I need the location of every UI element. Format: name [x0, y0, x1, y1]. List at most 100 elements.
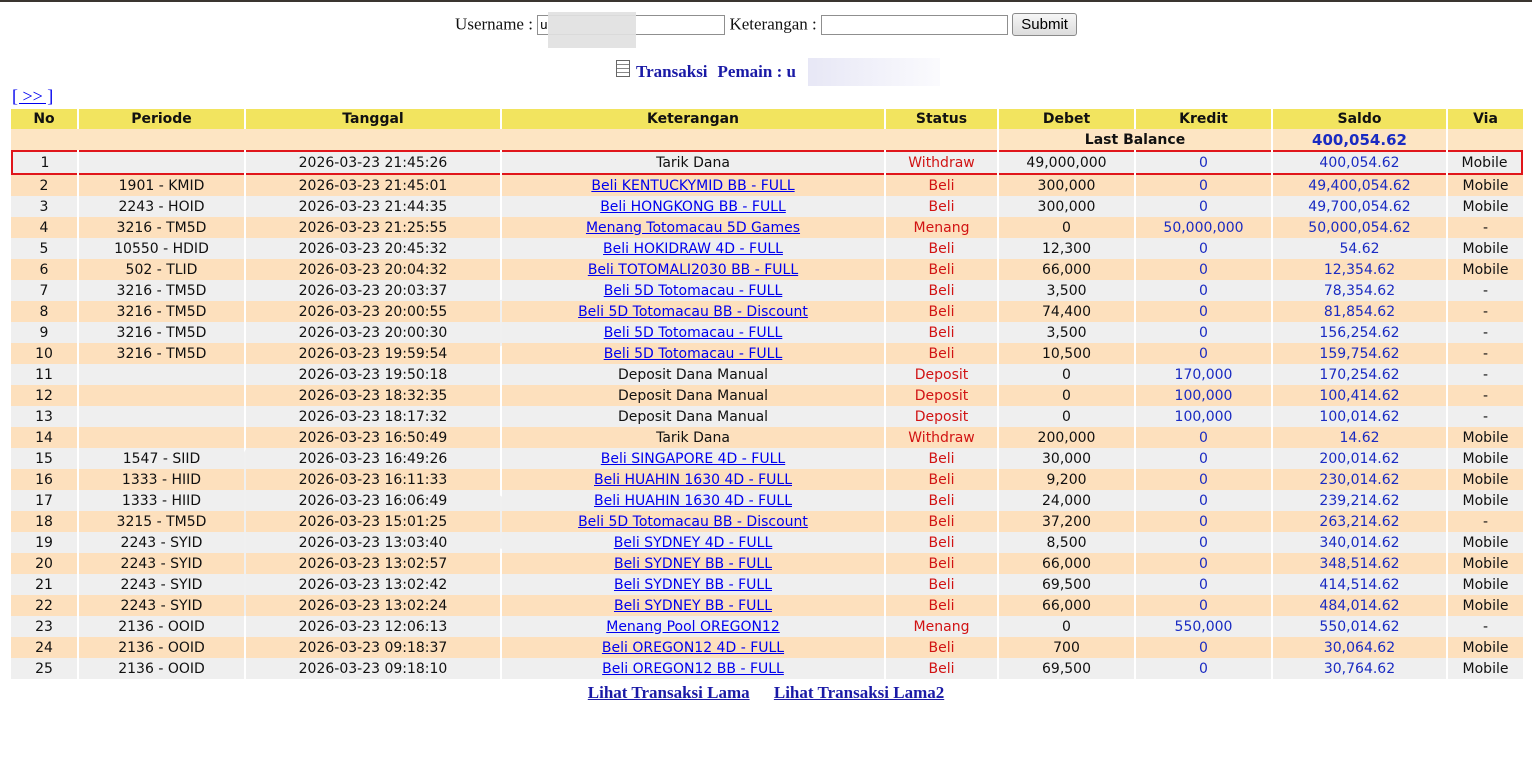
cell-tanggal: 2026-03-23 21:45:26: [246, 150, 500, 175]
transaction-detail-link[interactable]: Menang Pool OREGON12: [606, 619, 780, 635]
transaction-detail-link[interactable]: Beli OREGON12 4D - FULL: [602, 640, 784, 656]
cell-tanggal: 2026-03-23 13:02:24: [246, 595, 500, 616]
cell-tanggal: 2026-03-23 21:25:55: [246, 217, 500, 238]
cell-tanggal: 2026-03-23 18:32:35: [246, 385, 500, 406]
cell-no: 5: [11, 238, 77, 259]
cell-no: 9: [11, 322, 77, 343]
cell-saldo: 49,700,054.62: [1273, 196, 1446, 217]
cell-periode: 2243 - SYID: [79, 553, 244, 574]
cell-tanggal: 2026-03-23 16:50:49: [246, 427, 500, 448]
cell-debet: 300,000: [999, 175, 1134, 196]
transaction-detail-link[interactable]: Beli HOKIDRAW 4D - FULL: [603, 241, 783, 257]
submit-button[interactable]: Submit: [1012, 13, 1077, 36]
table-row: 9 3216 - TM5D 2026-03-23 20:00:30 Beli 5D T…: [11, 322, 1523, 343]
keterangan-input[interactable]: [821, 14, 1009, 35]
transaction-detail-link[interactable]: Beli KENTUCKYMID BB - FULL: [591, 178, 794, 194]
cell-no: 14: [11, 427, 77, 448]
cell-keterangan: Beli SYDNEY BB - FULL: [502, 595, 884, 616]
cell-periode: 1333 - HIID: [79, 490, 244, 511]
cell-tanggal: 2026-03-23 20:45:32: [246, 238, 500, 259]
cell-keterangan: Menang Pool OREGON12: [502, 616, 884, 637]
cell-via: Mobile: [1448, 238, 1523, 259]
cell-tanggal: 2026-03-23 19:59:54: [246, 343, 500, 364]
transaction-detail-link[interactable]: Beli SYDNEY 4D - FULL: [614, 535, 773, 551]
table-row: 4 3216 - TM5D 2026-03-23 21:25:55 Menang To…: [11, 217, 1523, 238]
transaction-detail-link[interactable]: Beli 5D Totomacau - FULL: [604, 283, 783, 299]
transaction-detail-link[interactable]: Beli OREGON12 BB - FULL: [602, 661, 784, 677]
cell-status: Beli: [886, 490, 997, 511]
cell-no: 10: [11, 343, 77, 364]
title-transaksi: Transaksi: [636, 62, 708, 81]
transaction-detail-link[interactable]: Beli 5D Totomacau BB - Discount: [578, 304, 808, 320]
cell-status: Beli: [886, 280, 997, 301]
cell-via: Mobile: [1448, 175, 1523, 196]
cell-via: Mobile: [1448, 553, 1523, 574]
header-periode: Periode: [79, 109, 244, 129]
cell-saldo: 49,400,054.62: [1273, 175, 1446, 196]
cell-keterangan: Beli TOTOMALI2030 BB - FULL: [502, 259, 884, 280]
page-title: Transaksi Pemain : u: [0, 60, 1532, 82]
cell-status: Beli: [886, 448, 997, 469]
cell-periode: 3216 - TM5D: [79, 280, 244, 301]
cell-keterangan: Beli 5D Totomacau - FULL: [502, 322, 884, 343]
redaction-overlay-name: [808, 58, 940, 86]
transaction-detail-link[interactable]: Beli HUAHIN 1630 4D - FULL: [594, 493, 792, 509]
cell-saldo: 159,754.62: [1273, 343, 1446, 364]
cell-tanggal: 2026-03-23 13:02:42: [246, 574, 500, 595]
cell-tanggal: 2026-03-23 20:04:32: [246, 259, 500, 280]
cell-debet: 0: [999, 364, 1134, 385]
cell-tanggal: 2026-03-23 21:45:01: [246, 175, 500, 196]
cell-status: Beli: [886, 175, 997, 196]
cell-saldo: 100,414.62: [1273, 385, 1446, 406]
old-transactions-link-2[interactable]: Lihat Transaksi Lama2: [774, 683, 944, 702]
cell-via: Mobile: [1448, 595, 1523, 616]
cell-keterangan: Tarik Dana: [502, 150, 884, 175]
table-row: 19 2243 - SYID 2026-03-23 13:03:40 Beli SYD…: [11, 532, 1523, 553]
cell-debet: 49,000,000: [999, 150, 1134, 175]
cell-debet: 74,400: [999, 301, 1134, 322]
cell-saldo: 239,214.62: [1273, 490, 1446, 511]
cell-no: 21: [11, 574, 77, 595]
transaction-detail-link[interactable]: Beli SYDNEY BB - FULL: [614, 598, 772, 614]
footer-links: Lihat Transaksi Lama Lihat Transaksi Lam…: [0, 683, 1532, 703]
cell-no: 2: [11, 175, 77, 196]
cell-via: -: [1448, 364, 1523, 385]
cell-kredit: 0: [1136, 196, 1271, 217]
cell-tanggal: 2026-03-23 15:01:25: [246, 511, 500, 532]
cell-keterangan: Beli SYDNEY BB - FULL: [502, 574, 884, 595]
cell-via: -: [1448, 217, 1523, 238]
cell-debet: 200,000: [999, 427, 1134, 448]
next-page-link[interactable]: [ >> ]: [12, 86, 53, 107]
header-debet: Debet: [999, 109, 1134, 129]
cell-keterangan: Beli KENTUCKYMID BB - FULL: [502, 175, 884, 196]
table-row: 25 2136 - OOID 2026-03-23 09:18:10 Beli ORE…: [11, 658, 1523, 679]
cell-debet: 0: [999, 406, 1134, 427]
cell-via: -: [1448, 322, 1523, 343]
old-transactions-link[interactable]: Lihat Transaksi Lama: [588, 683, 750, 702]
transaction-detail-link[interactable]: Beli SINGAPORE 4D - FULL: [601, 451, 785, 467]
transaction-detail-link[interactable]: Beli 5D Totomacau BB - Discount: [578, 514, 808, 530]
transaction-detail-link[interactable]: Beli HUAHIN 1630 4D - FULL: [594, 472, 792, 488]
transaction-detail-link[interactable]: Beli 5D Totomacau - FULL: [604, 346, 783, 362]
cell-status: Beli: [886, 238, 997, 259]
cell-saldo: 340,014.62: [1273, 532, 1446, 553]
transaction-detail-link[interactable]: Beli 5D Totomacau - FULL: [604, 325, 783, 341]
transaction-detail-link[interactable]: Beli SYDNEY BB - FULL: [614, 556, 772, 572]
cell-periode: [79, 427, 244, 448]
cell-tanggal: 2026-03-23 13:02:57: [246, 553, 500, 574]
transaction-detail-link[interactable]: Beli SYDNEY BB - FULL: [614, 577, 772, 593]
cell-debet: 12,300: [999, 238, 1134, 259]
cell-via: Mobile: [1448, 490, 1523, 511]
cell-debet: 3,500: [999, 322, 1134, 343]
cell-periode: 2136 - OOID: [79, 637, 244, 658]
cell-kredit: 0: [1136, 448, 1271, 469]
cell-saldo: 81,854.62: [1273, 301, 1446, 322]
table-row: 24 2136 - OOID 2026-03-23 09:18:37 Beli ORE…: [11, 637, 1523, 658]
cell-tanggal: 2026-03-23 13:03:40: [246, 532, 500, 553]
cell-via: Mobile: [1448, 532, 1523, 553]
transaction-detail-link[interactable]: Beli HONGKONG BB - FULL: [600, 199, 786, 215]
cell-via: -: [1448, 280, 1523, 301]
transaction-detail-link[interactable]: Menang Totomacau 5D Games: [586, 220, 800, 236]
cell-no: 17: [11, 490, 77, 511]
transaction-detail-link[interactable]: Beli TOTOMALI2030 BB - FULL: [588, 262, 798, 278]
